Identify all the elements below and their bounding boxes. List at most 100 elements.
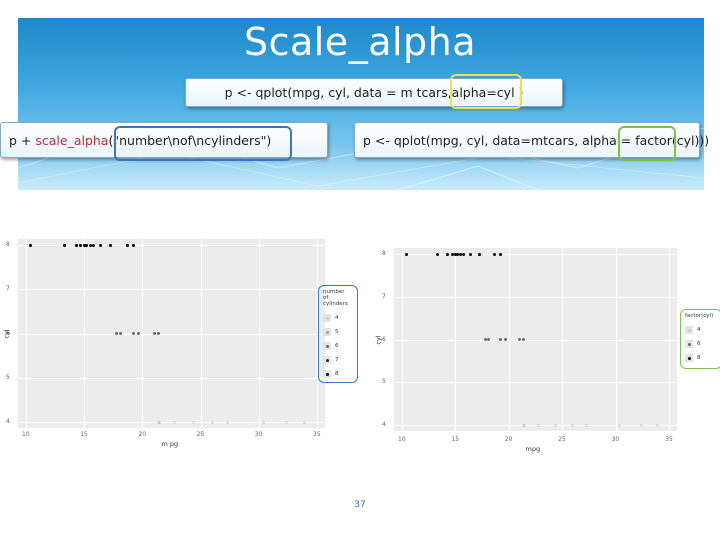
legend-dot — [325, 316, 329, 320]
y-tick-label: 7 — [6, 285, 10, 293]
data-point — [285, 420, 289, 424]
data-point — [115, 332, 119, 335]
legend-dot — [687, 356, 691, 360]
x-tick-label: 10 — [398, 436, 406, 443]
data-point — [210, 420, 214, 424]
code-left-prefix: p + — [9, 133, 36, 148]
legend-box: number of cylinders 4 5 6 7 8 — [318, 285, 358, 383]
data-point — [523, 423, 527, 427]
x-tick-label: 30 — [254, 431, 263, 438]
data-point — [98, 243, 102, 247]
y-tick-label: 7 — [382, 292, 386, 300]
legend-label: 8 — [697, 355, 701, 361]
data-point — [554, 423, 558, 427]
data-point — [618, 423, 622, 427]
data-point — [462, 252, 466, 256]
code-left-function: scale_alpha — [35, 133, 109, 148]
data-point — [125, 243, 129, 247]
data-point — [131, 243, 135, 247]
grid-line-horizontal — [394, 339, 677, 341]
legend-item: 4 — [685, 326, 717, 334]
x-tick-label: 35 — [665, 436, 673, 443]
legend-item: 7 — [323, 356, 353, 364]
data-point — [152, 332, 156, 335]
grid-line-horizontal — [18, 422, 325, 423]
data-point — [446, 252, 450, 256]
y-tick-label: 4 — [382, 421, 386, 428]
data-point — [137, 332, 141, 335]
highlight-factor-cyl — [618, 126, 676, 161]
legend-dot — [325, 358, 329, 362]
data-point — [571, 423, 575, 427]
data-point — [157, 332, 161, 335]
legend-dot — [325, 330, 329, 334]
data-point — [302, 420, 306, 424]
data-point — [92, 243, 95, 247]
data-point — [435, 252, 439, 256]
data-point — [639, 423, 643, 427]
legend-title: factor(cyl) — [685, 313, 714, 319]
y-tick-label: 5 — [382, 378, 386, 386]
data-point — [261, 420, 265, 424]
data-point — [522, 338, 526, 341]
data-point — [79, 243, 83, 247]
highlight-alpha-cyl — [450, 74, 522, 109]
legend-swatch — [323, 342, 331, 350]
data-point — [118, 332, 122, 335]
legend-label: 4 — [335, 315, 339, 321]
data-point — [493, 252, 497, 256]
data-point — [537, 423, 541, 427]
data-point — [498, 252, 502, 256]
legend-label: 6 — [697, 341, 701, 347]
data-point — [517, 338, 521, 341]
right-scatter-plot: 10 15 20 25 30 35 4 5 6 7 8 mpg cyl factor(cyl) 4 6 8 — [370, 244, 720, 459]
plot-panel — [394, 248, 677, 431]
slide-title: Scale_alpha — [243, 20, 477, 64]
legend-dot — [325, 372, 329, 376]
y-tick-label: 8 — [382, 250, 386, 257]
legend-swatch — [323, 370, 331, 378]
grid-line-horizontal — [18, 333, 325, 335]
highlight-scale-args — [114, 126, 292, 161]
data-point — [404, 252, 408, 256]
grid-line-horizontal — [18, 289, 325, 291]
x-tick-label: 10 — [22, 431, 30, 438]
x-tick-label: 20 — [138, 431, 147, 438]
legend-swatch — [323, 328, 331, 336]
x-axis-title: mpg — [525, 445, 541, 453]
legend-item: 6 — [323, 342, 353, 350]
plot-panel — [18, 239, 325, 428]
legend-dot — [687, 328, 691, 332]
legend-label: 6 — [335, 343, 339, 349]
x-tick-label: 25 — [558, 436, 566, 443]
legend-item: 5 — [323, 328, 353, 336]
legend-swatch — [323, 356, 331, 364]
data-point — [498, 338, 502, 341]
grid-line-horizontal — [394, 382, 677, 384]
data-point — [85, 243, 89, 247]
legend-item: 6 — [685, 340, 717, 348]
legend-swatch — [323, 314, 331, 322]
data-point — [478, 252, 482, 256]
legend-label: 5 — [335, 329, 339, 335]
data-point — [655, 423, 659, 427]
legend-item: 8 — [323, 370, 353, 378]
data-point — [74, 243, 78, 247]
x-tick-label: 20 — [504, 436, 513, 443]
x-tick-label: 35 — [313, 431, 321, 438]
data-point — [504, 338, 508, 341]
legend-dot — [325, 344, 329, 348]
data-point — [29, 243, 33, 247]
page-number: 37 — [354, 500, 366, 510]
x-tick-label: 15 — [80, 431, 88, 438]
data-point — [131, 332, 135, 335]
y-tick-label: 4 — [6, 418, 10, 425]
y-tick-label: 8 — [6, 241, 10, 248]
data-point — [585, 423, 589, 427]
data-point — [225, 420, 229, 424]
legend-swatch — [685, 354, 693, 362]
y-tick-label: 5 — [6, 373, 10, 381]
y-axis-title: cyl — [374, 334, 383, 345]
legend-label: 4 — [697, 327, 701, 333]
legend-item: 4 — [323, 314, 353, 322]
